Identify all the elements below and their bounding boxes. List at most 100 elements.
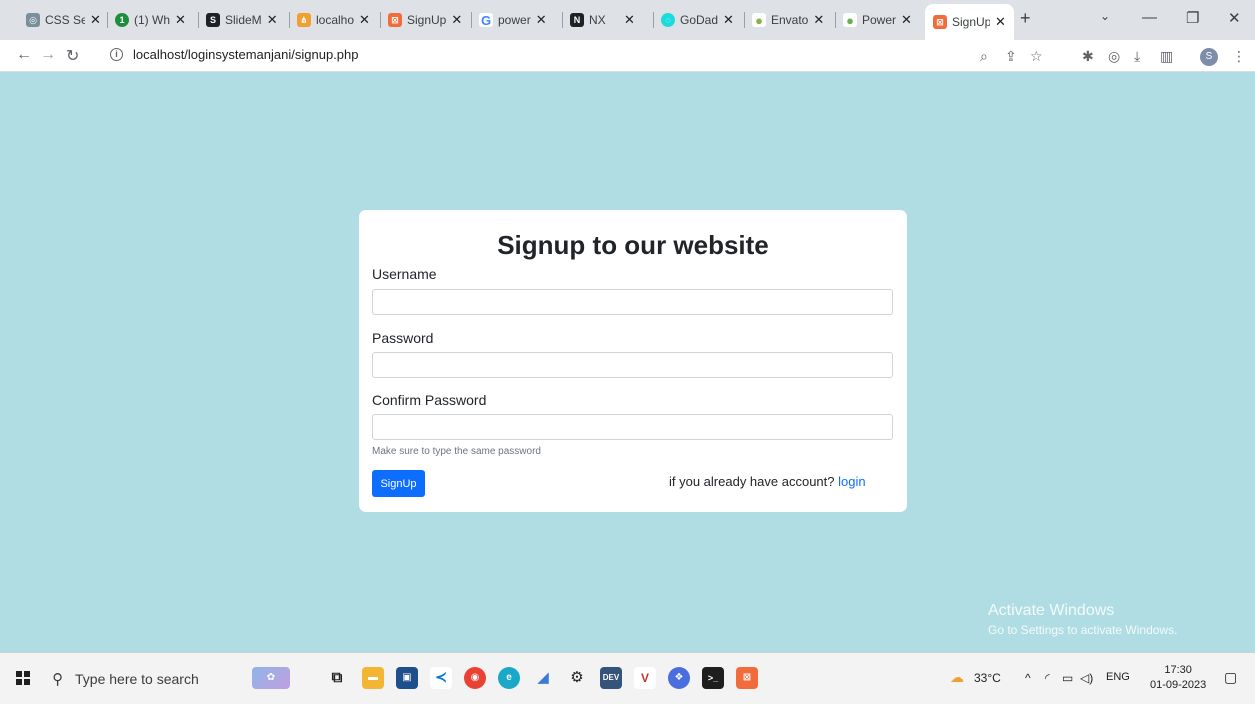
tab-title: NX	[589, 13, 606, 27]
edge-icon[interactable]: e	[498, 667, 520, 689]
task-view-icon[interactable]: ⧉	[326, 667, 348, 689]
chevron-up-icon[interactable]: ^	[1025, 671, 1031, 685]
page-content: Signup to our website Username Password …	[0, 72, 1255, 652]
tab-favicon-icon: ⊠	[388, 13, 402, 27]
password-label: Password	[372, 330, 434, 346]
signup-card: Signup to our website Username Password …	[359, 210, 907, 512]
tab-favicon-icon: 1	[115, 13, 129, 27]
tab-favicon-icon: N	[570, 13, 584, 27]
xampp-icon[interactable]: ⊠	[736, 667, 758, 689]
signup-button[interactable]: SignUp	[372, 470, 425, 497]
watermark-subtitle: Go to Settings to activate Windows.	[988, 623, 1178, 637]
weather-widget-icon[interactable]: ✿	[252, 667, 290, 689]
confirm-password-input[interactable]	[372, 414, 893, 440]
login-prompt: if you already have account? login	[669, 474, 866, 489]
username-label: Username	[372, 266, 437, 282]
tab-favicon-icon: ◌	[661, 13, 675, 27]
clock[interactable]: 17:30 01-09-2023	[1150, 663, 1206, 693]
settings-gear-icon[interactable]: ⚙	[566, 667, 588, 689]
leaf-icon: ●	[752, 13, 766, 28]
close-window-button[interactable]: ✕	[1228, 9, 1241, 27]
tab-1[interactable]: 1 (1) Wh ✕	[115, 8, 186, 32]
tab-7[interactable]: ◌ GoDad ✕	[661, 8, 734, 32]
password-help-text: Make sure to type the same password	[372, 446, 541, 457]
close-icon[interactable]: ✕	[723, 12, 734, 28]
notification-icon[interactable]: ▢	[1224, 669, 1237, 686]
close-icon[interactable]: ✕	[267, 12, 278, 28]
close-icon[interactable]: ✕	[175, 12, 186, 28]
info-icon[interactable]: i	[110, 48, 123, 61]
app-icon[interactable]: V	[634, 667, 656, 689]
tab-10-active[interactable]: ⊠ SignUp ✕	[925, 4, 1014, 40]
menu-icon[interactable]: ⋮	[1232, 48, 1246, 65]
tab-5[interactable]: G power ✕	[479, 8, 547, 32]
zoom-icon[interactable]: ⌕	[980, 48, 988, 65]
tab-title: SignUp	[407, 13, 447, 27]
clock-date: 01-09-2023	[1150, 679, 1207, 691]
close-icon[interactable]: ✕	[451, 12, 462, 28]
tab-9[interactable]: ● Power ✕	[843, 8, 912, 32]
new-tab-button[interactable]: +	[1020, 8, 1031, 29]
close-icon[interactable]: ✕	[901, 12, 912, 28]
tab-title: GoDad	[680, 13, 719, 27]
tab-4[interactable]: ⊠ SignUp ✕	[388, 8, 462, 32]
tab-3[interactable]: ⋔ localho ✕	[297, 8, 370, 32]
close-icon[interactable]: ✕	[995, 14, 1006, 30]
close-icon[interactable]: ✕	[90, 12, 101, 28]
url-text: localhost/loginsystemanjani/signup.php	[133, 47, 359, 62]
reload-icon[interactable]: ↻	[66, 46, 79, 66]
watermark-title: Activate Windows	[988, 602, 1115, 619]
search-icon: ⚲	[52, 671, 63, 688]
google-icon: G	[479, 12, 493, 28]
restore-button[interactable]: ❐	[1186, 9, 1199, 27]
close-icon[interactable]: ✕	[536, 12, 547, 28]
file-explorer-icon[interactable]: ▬	[362, 667, 384, 689]
tab-title: power	[498, 13, 531, 27]
tab-favicon-icon: ◎	[26, 13, 40, 27]
tab-8[interactable]: ● Envato ✕	[752, 8, 824, 32]
back-arrow-icon[interactable]: ←	[16, 46, 32, 64]
battery-icon[interactable]: ▭	[1062, 671, 1073, 685]
address-bar[interactable]: i localhost/loginsystemanjani/signup.php	[110, 47, 358, 62]
close-icon[interactable]: ✕	[813, 12, 824, 28]
app-icon[interactable]: ◢	[532, 667, 554, 689]
close-icon[interactable]: ✕	[359, 12, 370, 28]
store-icon[interactable]: ▣	[396, 667, 418, 689]
tab-search-icon[interactable]: ⌄	[1100, 9, 1110, 23]
wifi-icon[interactable]: ◜	[1045, 671, 1050, 685]
volume-icon[interactable]: ◁)	[1080, 671, 1093, 685]
download-icon[interactable]: ⤓	[1134, 48, 1140, 65]
avatar[interactable]: S	[1200, 48, 1218, 66]
tab-6[interactable]: N NX ✕	[570, 8, 635, 32]
language-indicator[interactable]: ENG	[1106, 671, 1130, 683]
extensions-icon[interactable]: ✱	[1082, 48, 1094, 65]
dev-app-icon[interactable]: DEV	[600, 667, 622, 689]
close-icon[interactable]: ✕	[624, 12, 635, 28]
app-icon[interactable]: ❖	[668, 667, 690, 689]
tab-0[interactable]: ◎ CSS Se ✕	[26, 8, 101, 32]
browser-toolbar: ← → ↻ i localhost/loginsystemanjani/sign…	[0, 40, 1255, 72]
weather-temp[interactable]: 33°C	[974, 671, 1001, 685]
terminal-icon[interactable]: >_	[702, 667, 724, 689]
tab-title: (1) Wh	[134, 13, 170, 27]
taskbar-search[interactable]: ⚲ Type here to search	[52, 663, 230, 695]
tab-2[interactable]: S SlideM ✕	[206, 8, 278, 32]
minimize-button[interactable]: —	[1142, 9, 1157, 26]
share-icon[interactable]: ⇪	[1005, 48, 1017, 65]
clock-time: 17:30	[1164, 664, 1192, 676]
weather-icon[interactable]: ☁	[950, 669, 964, 686]
forward-arrow-icon[interactable]: →	[40, 46, 56, 64]
tab-title: localho	[316, 13, 355, 27]
extension-icon[interactable]: ◎	[1108, 48, 1120, 65]
tab-strip: ◎ CSS Se ✕ 1 (1) Wh ✕ S SlideM ✕ ⋔ local…	[0, 0, 1255, 40]
windows-start-icon[interactable]	[16, 671, 30, 685]
chrome-icon[interactable]: ◉	[464, 667, 486, 689]
username-input[interactable]	[372, 289, 893, 315]
side-panel-icon[interactable]: ▥	[1160, 48, 1173, 65]
bookmark-star-icon[interactable]: ☆	[1030, 48, 1043, 65]
vscode-icon[interactable]: ≺	[430, 667, 452, 689]
confirm-password-label: Confirm Password	[372, 392, 487, 408]
password-input[interactable]	[372, 352, 893, 378]
login-link[interactable]: login	[838, 474, 865, 489]
tab-title: Power	[862, 13, 897, 27]
